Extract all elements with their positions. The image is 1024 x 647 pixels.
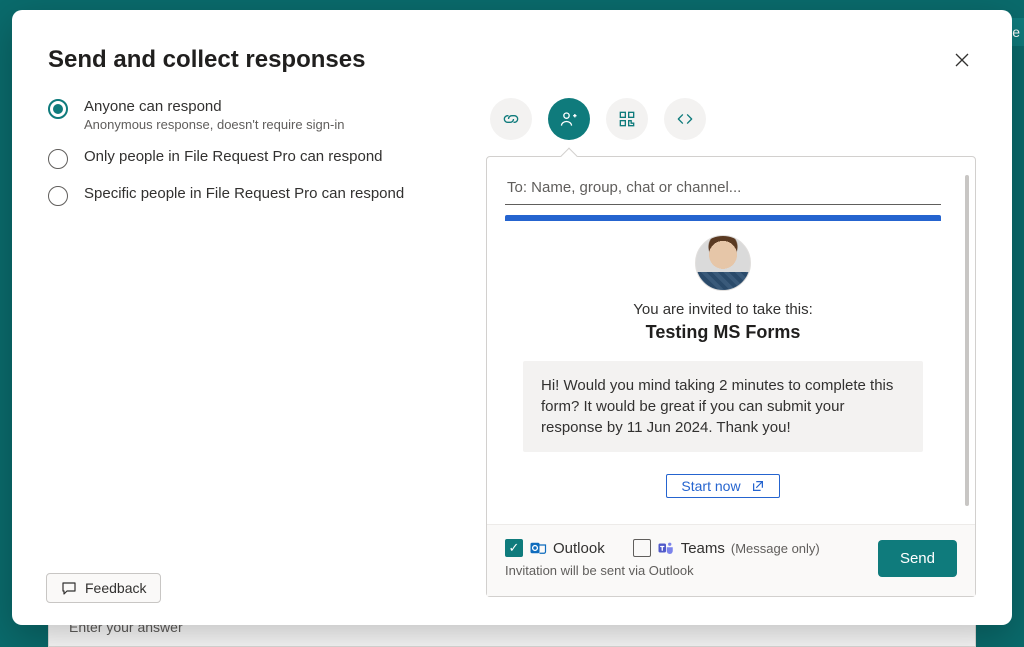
link-icon — [501, 109, 521, 129]
audience-option-label: Only people in File Request Pro can resp… — [84, 148, 383, 165]
people-add-icon — [559, 109, 579, 129]
send-via-row: ✓ Outlook — [505, 539, 862, 557]
audience-option-label: Specific people in File Request Pro can … — [84, 185, 404, 202]
via-outlook[interactable]: ✓ Outlook — [505, 539, 605, 557]
share-column: You are invited to take this: Testing MS… — [486, 98, 976, 597]
modal-title: Send and collect responses — [48, 46, 976, 74]
invite-message[interactable]: Hi! Would you mind taking 2 minutes to c… — [523, 361, 923, 452]
invited-form-title: Testing MS Forms — [505, 322, 941, 343]
feedback-label: Feedback — [85, 580, 146, 596]
outlook-label: Outlook — [553, 540, 605, 557]
invite-panel: You are invited to take this: Testing MS… — [486, 156, 976, 597]
invite-preview-card: You are invited to take this: Testing MS… — [505, 215, 941, 498]
radio-icon — [48, 186, 68, 206]
close-button[interactable] — [948, 46, 976, 74]
send-button[interactable]: Send — [878, 540, 957, 577]
audience-column: Anyone can respond Anonymous response, d… — [48, 98, 438, 597]
modal-body: Anyone can respond Anonymous response, d… — [48, 98, 976, 597]
share-tab-embed[interactable] — [664, 98, 706, 140]
qr-icon — [617, 109, 637, 129]
invite-scroll-area[interactable]: You are invited to take this: Testing MS… — [487, 157, 975, 524]
teams-note: (Message only) — [731, 541, 820, 556]
start-now-label: Start now — [681, 478, 740, 494]
invite-line: You are invited to take this: — [505, 301, 941, 318]
radio-icon — [48, 149, 68, 169]
teams-icon — [657, 539, 675, 557]
audience-option-org[interactable]: Only people in File Request Pro can resp… — [48, 148, 438, 169]
code-icon — [675, 109, 695, 129]
via-teams[interactable]: Teams (Message only) — [633, 539, 820, 557]
audience-option-specific[interactable]: Specific people in File Request Pro can … — [48, 185, 438, 206]
radio-icon — [48, 99, 68, 119]
invite-footer: ✓ Outlook — [487, 524, 975, 596]
open-external-icon — [751, 479, 765, 493]
audience-option-anyone[interactable]: Anyone can respond Anonymous response, d… — [48, 98, 438, 132]
close-icon — [954, 52, 970, 68]
audience-option-sub: Anonymous response, doesn't require sign… — [84, 117, 344, 132]
recipients-input[interactable] — [505, 175, 941, 205]
share-tab-link[interactable] — [490, 98, 532, 140]
checkbox-icon — [633, 539, 651, 557]
chat-bubble-icon — [61, 580, 77, 596]
start-now-button[interactable]: Start now — [666, 474, 779, 498]
preview-accent-stripe — [505, 215, 941, 221]
checkbox-icon: ✓ — [505, 539, 523, 557]
send-collect-modal: Send and collect responses Anyone can re… — [12, 10, 1012, 625]
share-method-tabs — [486, 98, 976, 140]
teams-label: Teams — [681, 540, 725, 557]
feedback-button[interactable]: Feedback — [46, 573, 161, 603]
share-tab-invite[interactable] — [548, 98, 590, 140]
outlook-icon — [529, 539, 547, 557]
audience-option-label: Anyone can respond — [84, 98, 344, 115]
inviter-avatar — [695, 235, 751, 291]
sent-via-text: Invitation will be sent via Outlook — [505, 563, 862, 578]
share-tab-qr[interactable] — [606, 98, 648, 140]
background-header-strip — [0, 0, 1024, 8]
